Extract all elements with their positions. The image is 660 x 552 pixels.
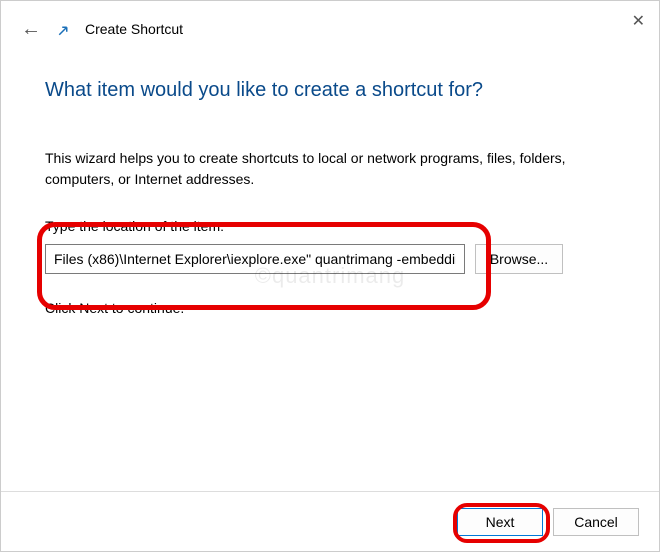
continue-instruction: Click Next to continue.	[45, 300, 615, 316]
location-section: Type the location of the item: Browse...	[45, 218, 615, 274]
close-icon[interactable]: ✕	[632, 11, 645, 31]
back-arrow-icon[interactable]: ←	[21, 19, 41, 39]
next-button[interactable]: Next	[457, 508, 543, 536]
shortcut-icon	[55, 23, 71, 39]
browse-button[interactable]: Browse...	[475, 244, 563, 274]
window-title: Create Shortcut	[85, 21, 183, 37]
location-input[interactable]	[45, 244, 465, 274]
page-headline: What item would you like to create a sho…	[45, 79, 615, 102]
location-input-row: Browse...	[45, 244, 615, 274]
location-label: Type the location of the item:	[45, 218, 615, 234]
description-text: This wizard helps you to create shortcut…	[45, 148, 615, 190]
cancel-button[interactable]: Cancel	[553, 508, 639, 536]
titlebar: ← Create Shortcut	[1, 1, 659, 49]
footer-bar: Next Cancel	[1, 491, 659, 551]
content-area: What item would you like to create a sho…	[1, 49, 659, 316]
